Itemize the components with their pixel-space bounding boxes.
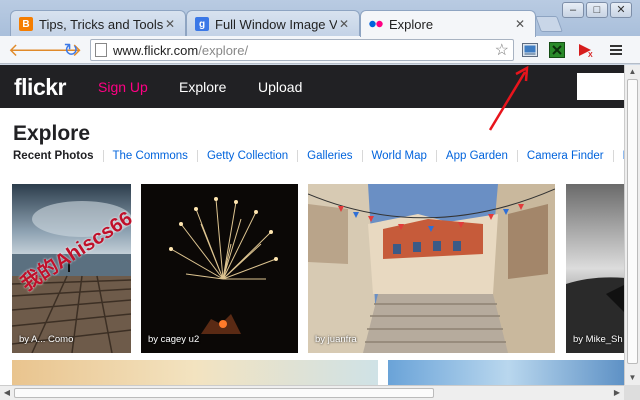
scroll-right-icon[interactable]: ▶ xyxy=(610,386,624,400)
explore-subnav: Recent Photos The Commons Getty Collecti… xyxy=(13,150,624,162)
subnav-recent-photos[interactable]: Recent Photos xyxy=(13,150,103,162)
scroll-down-icon[interactable]: ▼ xyxy=(625,371,640,385)
spreadsheet-icon[interactable] xyxy=(548,41,566,59)
close-window-button[interactable]: ✕ xyxy=(610,2,632,18)
flickr-nav-bar: flickr Sign Up Explore Upload xyxy=(0,65,624,108)
bookmark-star-icon[interactable]: ☆ xyxy=(495,40,509,60)
window-controls: – □ ✕ xyxy=(562,2,632,18)
minimize-button[interactable]: – xyxy=(562,2,584,18)
forward-arrow-icon[interactable]: 🡒 xyxy=(34,39,82,61)
back-arrow-icon[interactable]: 🡐 xyxy=(8,39,56,61)
nav-upload[interactable]: Upload xyxy=(258,79,302,95)
tab-full-window-image[interactable]: g Full Window Image Vie ✕ xyxy=(186,10,360,37)
scrollbar-corner xyxy=(624,385,640,400)
nav-sign-up[interactable]: Sign Up xyxy=(98,79,148,95)
address-bar[interactable]: www.flickr.com /explore/ ☆ xyxy=(90,39,514,61)
url-host: www.flickr.com xyxy=(113,42,199,58)
scrollbar-thumb[interactable] xyxy=(627,79,638,364)
photo-thumbnail[interactable] xyxy=(388,360,624,385)
page-title: Explore xyxy=(13,122,91,145)
scrollbar-thumb[interactable] xyxy=(14,388,434,398)
photo-credit[interactable]: by cagey u2 xyxy=(148,334,199,345)
google-favicon-icon: g xyxy=(195,17,209,31)
close-icon[interactable]: ✕ xyxy=(163,17,177,31)
subnav-app-garden[interactable]: App Garden xyxy=(435,150,517,162)
subnav-galleries[interactable]: Galleries xyxy=(297,150,361,162)
tab-tips-tricks[interactable]: B Tips, Tricks and Tools ✕ xyxy=(10,10,186,37)
flickr-favicon-icon xyxy=(369,17,383,31)
close-icon[interactable]: ✕ xyxy=(513,17,527,31)
search-input[interactable] xyxy=(577,73,624,100)
maximize-button[interactable]: □ xyxy=(586,2,608,18)
new-tab-button[interactable] xyxy=(535,16,563,32)
menu-icon[interactable] xyxy=(607,41,625,59)
svg-text:X: X xyxy=(588,52,593,58)
page-icon xyxy=(95,43,107,57)
browser-toolbar: 🡐 🡒 ↻ www.flickr.com /explore/ ☆ X xyxy=(0,36,640,64)
tab-title: Full Window Image Vie xyxy=(215,16,337,32)
url-path: /explore/ xyxy=(198,42,249,58)
blogger-favicon-icon: B xyxy=(19,17,33,31)
horizontal-scrollbar[interactable]: ◀ ▶ xyxy=(0,385,624,400)
flickr-logo[interactable]: flickr xyxy=(14,74,66,101)
subnav-world-map[interactable]: World Map xyxy=(361,150,436,162)
close-icon[interactable]: ✕ xyxy=(337,17,351,31)
video-icon[interactable]: X xyxy=(577,41,595,59)
subnav-getty-collection[interactable]: Getty Collection xyxy=(196,150,297,162)
tab-title: Explore xyxy=(389,16,434,32)
photo-credit[interactable]: by Mike_Sh xyxy=(573,334,623,345)
scroll-up-icon[interactable]: ▲ xyxy=(625,65,640,79)
subnav-camera-finder[interactable]: Camera Finder xyxy=(516,150,613,162)
photo-credit[interactable]: by A... Como xyxy=(19,334,73,345)
image-viewer-icon[interactable] xyxy=(521,41,539,59)
nav-explore[interactable]: Explore xyxy=(179,79,226,95)
tab-title: Tips, Tricks and Tools xyxy=(39,16,163,32)
photo-thumbnail[interactable]: by juanfra xyxy=(308,184,555,353)
scroll-left-icon[interactable]: ◀ xyxy=(0,386,14,400)
photo-thumbnail[interactable]: by cagey u2 xyxy=(141,184,298,353)
photo-credit[interactable]: by juanfra xyxy=(315,334,357,345)
photo-thumbnail[interactable] xyxy=(12,360,378,385)
tab-explore[interactable]: Explore ✕ xyxy=(360,10,536,37)
reload-icon[interactable]: ↻ xyxy=(60,39,82,61)
vertical-scrollbar[interactable]: ▲ ▼ xyxy=(624,65,640,385)
subnav-the-commons[interactable]: The Commons xyxy=(102,150,197,162)
subnav-flickr-more[interactable]: Flick xyxy=(612,150,624,162)
tab-strip: B Tips, Tricks and Tools ✕ g Full Window… xyxy=(0,0,640,37)
photo-thumbnail[interactable]: by Mike_Sh xyxy=(566,184,624,353)
